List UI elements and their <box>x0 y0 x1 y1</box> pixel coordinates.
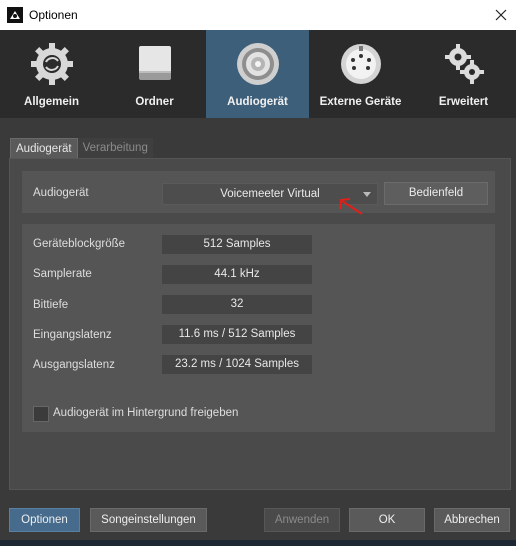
device-label: Audiogerät <box>33 187 89 199</box>
category-erweitert[interactable]: Erweitert <box>412 30 515 118</box>
song-settings-button[interactable]: Songeinstellungen <box>90 508 207 532</box>
close-button[interactable] <box>486 0 516 30</box>
close-icon <box>495 9 507 21</box>
midi-connector-icon <box>333 36 389 92</box>
annotation-arrow-icon <box>339 198 363 215</box>
input-latency-value: 11.6 ms / 512 Samples <box>162 325 312 344</box>
title-bar: Optionen <box>0 0 516 30</box>
category-allgemein[interactable]: Allgemein <box>0 30 103 118</box>
category-ordner[interactable]: Ordner <box>103 30 206 118</box>
bit-depth-label: Bittiefe <box>33 299 69 311</box>
samplerate-value: 44.1 kHz <box>162 265 312 284</box>
speaker-icon <box>230 36 286 92</box>
category-label: Allgemein <box>24 96 79 108</box>
background-release-checkbox[interactable] <box>33 406 49 422</box>
cancel-button[interactable]: Abbrechen <box>434 508 510 532</box>
category-label: Erweitert <box>438 96 489 108</box>
block-size-value: 512 Samples <box>162 235 312 254</box>
samplerate-label: Samplerate <box>33 268 92 280</box>
category-label: Externe Geräte <box>319 96 402 108</box>
taskbar-strip <box>0 540 516 546</box>
tab-verarbeitung[interactable]: Verarbeitung <box>77 138 153 158</box>
category-externe-geraete[interactable]: Externe Geräte <box>309 30 412 118</box>
app-icon <box>7 7 23 23</box>
category-label: Audiogerät <box>227 96 288 108</box>
input-latency-label: Eingangslatenz <box>33 329 112 341</box>
category-label: Ordner <box>135 96 174 108</box>
ok-button[interactable]: OK <box>349 508 425 532</box>
folder-drive-icon <box>127 36 183 92</box>
tab-audiogeraet[interactable]: Audiogerät <box>10 138 78 159</box>
gear-icon <box>24 36 80 92</box>
output-latency-label: Ausgangslatenz <box>33 359 115 371</box>
window-title: Optionen <box>29 8 78 22</box>
control-panel-button[interactable]: Bedienfeld <box>384 182 488 205</box>
device-selected-value: Voicemeeter Virtual <box>220 188 320 200</box>
category-toolbar: Allgemein Ordner Audiogerät Externe Gerä… <box>0 30 516 118</box>
category-audiogeraet[interactable]: Audiogerät <box>206 30 309 118</box>
tab-bar: Audiogerät Verarbeitung <box>10 138 153 159</box>
bit-depth-value: 32 <box>162 295 312 314</box>
gears-icon <box>436 36 492 92</box>
apply-button[interactable]: Anwenden <box>264 508 340 532</box>
options-button[interactable]: Optionen <box>9 508 80 532</box>
output-latency-value: 23.2 ms / 1024 Samples <box>162 355 312 374</box>
background-release-label: Audiogerät im Hintergrund freigeben <box>53 407 239 419</box>
block-size-label: Geräteblockgröße <box>33 238 126 250</box>
